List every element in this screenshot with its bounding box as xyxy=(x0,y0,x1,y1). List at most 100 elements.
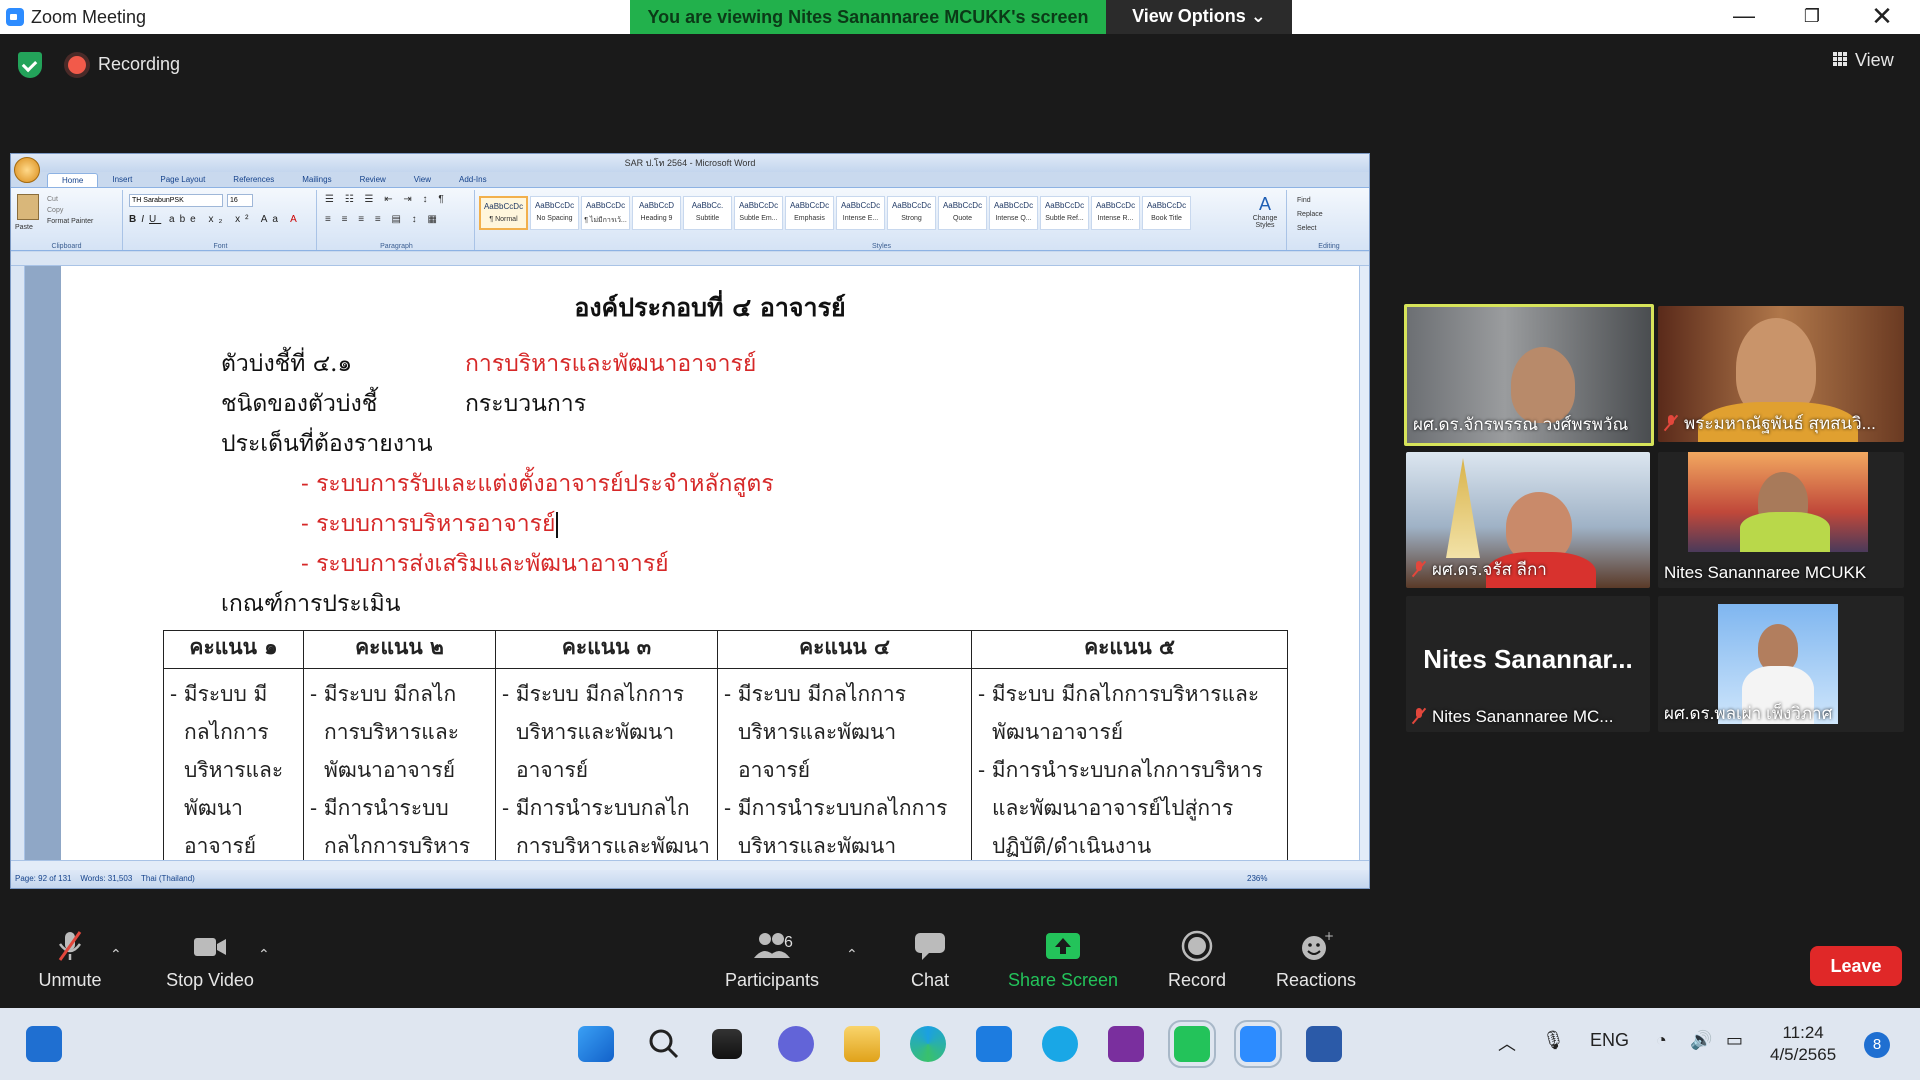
font-size-select[interactable]: 16 xyxy=(227,194,253,207)
tab-add-ins[interactable]: Add-Ins xyxy=(445,173,501,187)
word-taskbar-icon[interactable] xyxy=(1306,1026,1342,1062)
zoom-level[interactable]: 236% xyxy=(1247,870,1267,888)
tab-home[interactable]: Home xyxy=(47,173,99,187)
find-button[interactable]: Find xyxy=(1297,194,1323,208)
participants-button[interactable]: 6 Participants xyxy=(720,930,824,991)
task-view-icon[interactable] xyxy=(712,1029,742,1059)
change-styles-button[interactable]: A Change Styles xyxy=(1247,194,1283,229)
share-screen-button[interactable]: Share Screen xyxy=(1004,930,1122,991)
style-thai-no-spacing[interactable]: AaBbCcDc ¶ ไม่มีการเว้... xyxy=(581,196,630,230)
paste-icon[interactable] xyxy=(17,194,39,220)
security-shield-icon[interactable] xyxy=(18,52,42,78)
criteria-label: เกณฑ์การประเมิน xyxy=(221,591,401,617)
font-format-buttons[interactable]: BIU abe x₂ x² Aa A xyxy=(129,214,302,225)
align-buttons[interactable]: ≡ ≡ ≡ ≡ ▤ ↕ ▦ xyxy=(325,214,441,225)
input-language[interactable]: ENG xyxy=(1590,1030,1629,1051)
style-no-spacing[interactable]: AaBbCcDc No Spacing xyxy=(530,196,579,230)
participant-tile[interactable]: ผศ.ดร.พลเผ่า เพ็งวิภาศ xyxy=(1658,596,1904,732)
word-count[interactable]: Words: 31,503 xyxy=(80,874,132,883)
style-quote[interactable]: AaBbCcDc Quote xyxy=(938,196,987,230)
format-painter-button[interactable]: Format Painter xyxy=(47,216,93,227)
meeting-controls: Unmute ⌃ Stop Video ⌃ 6 Participants ⌃ C… xyxy=(0,920,1920,1008)
font-name-select[interactable]: TH SarabunPSK xyxy=(129,194,223,207)
restore-button[interactable]: ❐ xyxy=(1780,0,1844,34)
participant-tile[interactable]: พระมหาณัฐพันธ์ สุทสนวิ... xyxy=(1658,306,1904,442)
style-book-title[interactable]: AaBbCcDc Book Title xyxy=(1142,196,1191,230)
participant-tile[interactable]: Nites Sanannaree MCUKK xyxy=(1658,452,1904,588)
select-button[interactable]: Select xyxy=(1297,222,1323,236)
document-page[interactable]: องค์ประกอบที่ ๔ อาจารย์ ตัวบ่งชี้ที่ ๔.๑… xyxy=(61,266,1359,866)
style-intense-reference[interactable]: AaBbCcDc Intense R... xyxy=(1091,196,1140,230)
chat-button[interactable]: Chat xyxy=(900,930,960,991)
cut-button[interactable]: Cut xyxy=(47,194,93,205)
teams-chat-icon[interactable] xyxy=(778,1026,814,1062)
list-buttons[interactable]: ☰ ☷ ☰ ⇤ ⇥ ↕ ¶ xyxy=(325,194,448,205)
show-hidden-icons[interactable]: ︿ xyxy=(1498,1030,1516,1056)
tab-page-layout[interactable]: Page Layout xyxy=(146,173,219,187)
onenote-icon[interactable] xyxy=(1108,1026,1144,1062)
horizontal-scrollbar[interactable] xyxy=(11,860,1369,870)
participant-name: Nites Sanannaree MC... xyxy=(1412,707,1613,727)
replace-button[interactable]: Replace xyxy=(1297,208,1323,222)
record-button[interactable]: Record xyxy=(1162,930,1232,991)
reactions-button[interactable]: + Reactions xyxy=(1272,929,1360,991)
skype-icon[interactable] xyxy=(1042,1026,1078,1062)
participants-options-caret[interactable]: ⌃ xyxy=(846,946,858,963)
style-intense-emphasis[interactable]: AaBbCcDc Intense E... xyxy=(836,196,885,230)
style-subtitle[interactable]: AaBbCc. Subtitle xyxy=(683,196,732,230)
volume-icon[interactable]: 🔊 xyxy=(1690,1030,1712,1051)
participant-name: ผศ.ดร.จรัส ลีกา xyxy=(1412,556,1547,583)
table-cell: - มีระบบ มี กลไกการ บริหารและ พัฒนา อาจารย์ xyxy=(163,668,304,866)
chat-icon xyxy=(912,930,948,962)
leave-button[interactable]: Leave xyxy=(1810,946,1902,986)
participant-tile[interactable]: ผศ.ดร.จักรพรรณ วงศ์พรพวัณ xyxy=(1404,304,1654,446)
table-row: - มีระบบ มี กลไกการ บริหารและ พัฒนา อาจารย์ … xyxy=(163,668,1288,866)
view-options-button[interactable]: View Options ⌄ xyxy=(1106,0,1292,34)
style-strong[interactable]: AaBbCcDc Strong xyxy=(887,196,936,230)
participant-video-avatar xyxy=(1758,624,1798,672)
minimize-button[interactable]: — xyxy=(1712,0,1776,34)
copy-button[interactable]: Copy xyxy=(47,205,93,216)
style-emphasis[interactable]: AaBbCcDc Emphasis xyxy=(785,196,834,230)
style-heading-9[interactable]: AaBbCcD Heading 9 xyxy=(632,196,681,230)
participant-tile[interactable]: ผศ.ดร.จรัส ลีกา xyxy=(1406,452,1650,588)
close-button[interactable]: ✕ xyxy=(1850,0,1914,34)
style-subtle-reference[interactable]: AaBbCcDc Subtle Ref... xyxy=(1040,196,1089,230)
tab-mailings[interactable]: Mailings xyxy=(288,173,345,187)
style-intense-quote[interactable]: AaBbCcDc Intense Q... xyxy=(989,196,1038,230)
office-button-icon[interactable] xyxy=(14,157,40,183)
edge-browser-icon[interactable] xyxy=(910,1026,946,1062)
style-subtle-emphasis[interactable]: AaBbCcDc Subtle Em... xyxy=(734,196,783,230)
page-count[interactable]: Page: 92 of 131 xyxy=(15,874,72,883)
tab-references[interactable]: References xyxy=(219,173,288,187)
unmute-button[interactable]: Unmute xyxy=(28,930,112,991)
stop-video-button[interactable]: Stop Video xyxy=(160,930,260,991)
paste-label[interactable]: Paste xyxy=(15,224,33,231)
start-windows-icon[interactable] xyxy=(578,1026,614,1062)
widgets-icon[interactable] xyxy=(26,1026,62,1062)
participant-tile[interactable]: Nites Sanannar... Nites Sanannaree MC... xyxy=(1406,596,1650,732)
style-normal[interactable]: AaBbCcDc ¶ Normal xyxy=(479,196,528,230)
tab-insert[interactable]: Insert xyxy=(98,173,146,187)
gallery-grid-icon xyxy=(1833,52,1847,66)
zoom-taskbar-icon[interactable] xyxy=(1234,1020,1282,1068)
notification-badge[interactable]: 8 xyxy=(1864,1032,1890,1058)
wifi-icon[interactable]: ◔ xyxy=(1656,1030,1667,1051)
mic-muted-icon xyxy=(1412,561,1426,577)
language-indicator[interactable]: Thai (Thailand) xyxy=(141,874,195,883)
taskbar-clock[interactable]: 11:24 4/5/2565 xyxy=(1770,1022,1836,1066)
video-options-caret[interactable]: ⌃ xyxy=(258,946,270,963)
vertical-ruler[interactable] xyxy=(11,266,25,866)
audio-options-caret[interactable]: ⌃ xyxy=(110,946,122,963)
tab-view[interactable]: View xyxy=(400,173,445,187)
vertical-scrollbar[interactable] xyxy=(1359,266,1369,860)
battery-icon[interactable]: ▭ xyxy=(1726,1030,1743,1051)
mail-icon[interactable] xyxy=(976,1026,1012,1062)
line-app-icon[interactable] xyxy=(1168,1020,1216,1068)
file-explorer-icon[interactable] xyxy=(844,1026,880,1062)
tab-review[interactable]: Review xyxy=(346,173,400,187)
view-button[interactable]: View xyxy=(1833,50,1894,71)
horizontal-ruler[interactable] xyxy=(11,252,1369,266)
search-icon[interactable] xyxy=(646,1026,682,1062)
microphone-icon[interactable]: 🎙 xyxy=(1542,1030,1565,1051)
